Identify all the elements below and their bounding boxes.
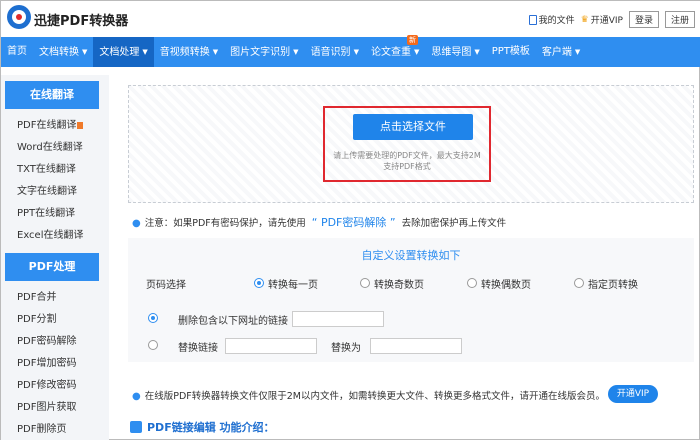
replace-link-input[interactable] — [225, 338, 317, 354]
sidebar-item-txt-translate[interactable]: TXT在线翻译 — [1, 159, 109, 181]
caret-down-icon: ▼ — [574, 48, 581, 56]
upload-format-hint: 支持PDF格式 — [383, 162, 431, 171]
replace-link-label: 替换链接 — [178, 343, 218, 354]
upload-dropzone[interactable]: 点击选择文件 请上传需要处理的PDF文件，最大支持2M 支持PDF格式 — [128, 85, 694, 203]
header: 迅捷PDF转换器 我的文件 ♛ 开通VIP 登录 注册 — [1, 1, 700, 37]
caret-down-icon: ▼ — [293, 48, 299, 56]
caret-down-icon: ▼ — [474, 48, 480, 56]
nav-item-ppt[interactable]: PPT模板 — [486, 37, 536, 67]
my-files-link[interactable]: 我的文件 — [528, 13, 575, 26]
settings-title: 自定义设置转换如下 — [361, 249, 461, 262]
sidebar-item-pdf-extract-images[interactable]: PDF图片获取 — [1, 397, 109, 419]
pdf-unlock-link[interactable]: “ PDF密码解除 ” — [312, 216, 396, 229]
caret-down-icon: ▼ — [82, 48, 88, 56]
radio-replace-links[interactable] — [148, 340, 158, 350]
sidebar-item-pdf-change-password[interactable]: PDF修改密码 — [1, 375, 109, 397]
login-button[interactable]: 登录 — [628, 11, 659, 28]
app-logo-icon[interactable] — [7, 5, 31, 29]
radio-even-pages[interactable] — [467, 278, 477, 288]
caret-down-icon: ▼ — [142, 48, 148, 56]
sidebar-item-pdf-unlock[interactable]: PDF密码解除 — [1, 331, 109, 353]
bullet-icon: ● — [132, 218, 141, 229]
sidebar-item-pdf-split[interactable]: PDF分割 — [1, 309, 109, 331]
page-select-label: 页码选择 — [146, 280, 186, 291]
feature-intro-heading: PDF链接编辑 功能介绍： — [130, 419, 275, 435]
nav-item-speech[interactable]: 语音识别 ▼ — [305, 37, 365, 67]
radio-custom-pages[interactable] — [574, 278, 584, 288]
settings-panel: 自定义设置转换如下 页码选择 转换每一页 转换奇数页 转换偶数页 指定页转换 删… — [128, 238, 694, 362]
pdf-icon — [77, 122, 84, 129]
feature-intro-title: PDF链接编辑 功能介绍： — [147, 421, 275, 434]
option-odd-pages[interactable]: 转换奇数页 — [374, 276, 424, 291]
sidebar-item-excel-translate[interactable]: Excel在线翻译 — [1, 225, 109, 247]
size-limit-notice: ● 在线版PDF转换器转换文件仅限于2M以内文件，如需转换更大文件、转换更多格式文… — [132, 391, 605, 402]
remove-url-input[interactable] — [292, 311, 384, 327]
upload-hint: 请上传需要处理的PDF文件，最大支持2M — [333, 151, 481, 160]
crown-icon: ♛ — [580, 14, 589, 25]
replace-with-input[interactable] — [370, 338, 462, 354]
sidebar-item-word-translate[interactable]: Word在线翻译 — [1, 137, 109, 159]
replace-with-label: 替换为 — [331, 343, 361, 354]
remove-links-label: 删除包含以下网址的链接 — [178, 316, 288, 327]
open-vip-button[interactable]: 开通VIP — [608, 385, 658, 403]
option-every-page[interactable]: 转换每一页 — [268, 276, 318, 291]
top-links: 我的文件 ♛ 开通VIP 登录 注册 — [528, 11, 695, 28]
choose-file-button[interactable]: 点击选择文件 — [353, 114, 473, 140]
radio-odd-pages[interactable] — [360, 278, 370, 288]
feature-icon — [130, 421, 142, 433]
register-button[interactable]: 注册 — [664, 11, 695, 28]
option-custom-pages[interactable]: 指定页转换 — [588, 276, 638, 291]
radio-every-page[interactable] — [254, 278, 264, 288]
sidebar-item-text-translate[interactable]: 文字在线翻译 — [1, 181, 109, 203]
sidebar: 在线翻译 PDF在线翻译 Word在线翻译 TXT在线翻译 文字在线翻译 PPT… — [1, 75, 109, 440]
sidebar-heading-pdf: PDF处理 — [5, 253, 99, 281]
nav-item-av-convert[interactable]: 音视频转换 ▼ — [154, 37, 224, 67]
nav-item-mindmap[interactable]: 思维导图 ▼ — [425, 37, 485, 67]
nav-item-thesis-check[interactable]: 论文查重 ▼ 新 — [365, 35, 425, 67]
sidebar-item-pdf-delete-page[interactable]: PDF删除页 — [1, 419, 109, 440]
nav-item-image-ocr[interactable]: 图片文字识别 ▼ — [224, 37, 304, 67]
caret-down-icon: ▼ — [212, 48, 219, 56]
nav-item-doc-process[interactable]: 文档处理 ▼ — [93, 37, 154, 67]
option-even-pages[interactable]: 转换偶数页 — [481, 276, 531, 291]
sidebar-item-ppt-translate[interactable]: PPT在线翻译 — [1, 203, 109, 225]
document-icon — [528, 14, 537, 25]
sidebar-item-pdf-translate[interactable]: PDF在线翻译 — [1, 115, 109, 137]
nav-item-doc-convert[interactable]: 文档转换 ▼ — [33, 37, 93, 67]
sidebar-item-pdf-add-password[interactable]: PDF增加密码 — [1, 353, 109, 375]
password-notice: ● 注意：如果PDF有密码保护，请先使用 “ PDF密码解除 ” 去除加密保护再上传文… — [132, 216, 507, 229]
radio-remove-links[interactable] — [148, 313, 158, 323]
new-badge: 新 — [406, 35, 418, 45]
app-title[interactable]: 迅捷PDF转换器 — [34, 10, 128, 29]
main-nav: 首页 文档转换 ▼ 文档处理 ▼ 音视频转换 ▼ 图片文字识别 ▼ 语音识别 ▼ 论文查重… — [1, 35, 700, 67]
vip-link[interactable]: ♛ 开通VIP — [580, 13, 623, 27]
sidebar-heading-translate: 在线翻译 — [5, 81, 99, 109]
bullet-icon: ● — [132, 391, 141, 402]
nav-item-home[interactable]: 首页 — [1, 37, 33, 67]
caret-down-icon: ▼ — [353, 48, 359, 56]
nav-item-client[interactable]: 客户端 ▼ — [536, 37, 586, 67]
sidebar-item-pdf-merge[interactable]: PDF合并 — [1, 287, 109, 309]
